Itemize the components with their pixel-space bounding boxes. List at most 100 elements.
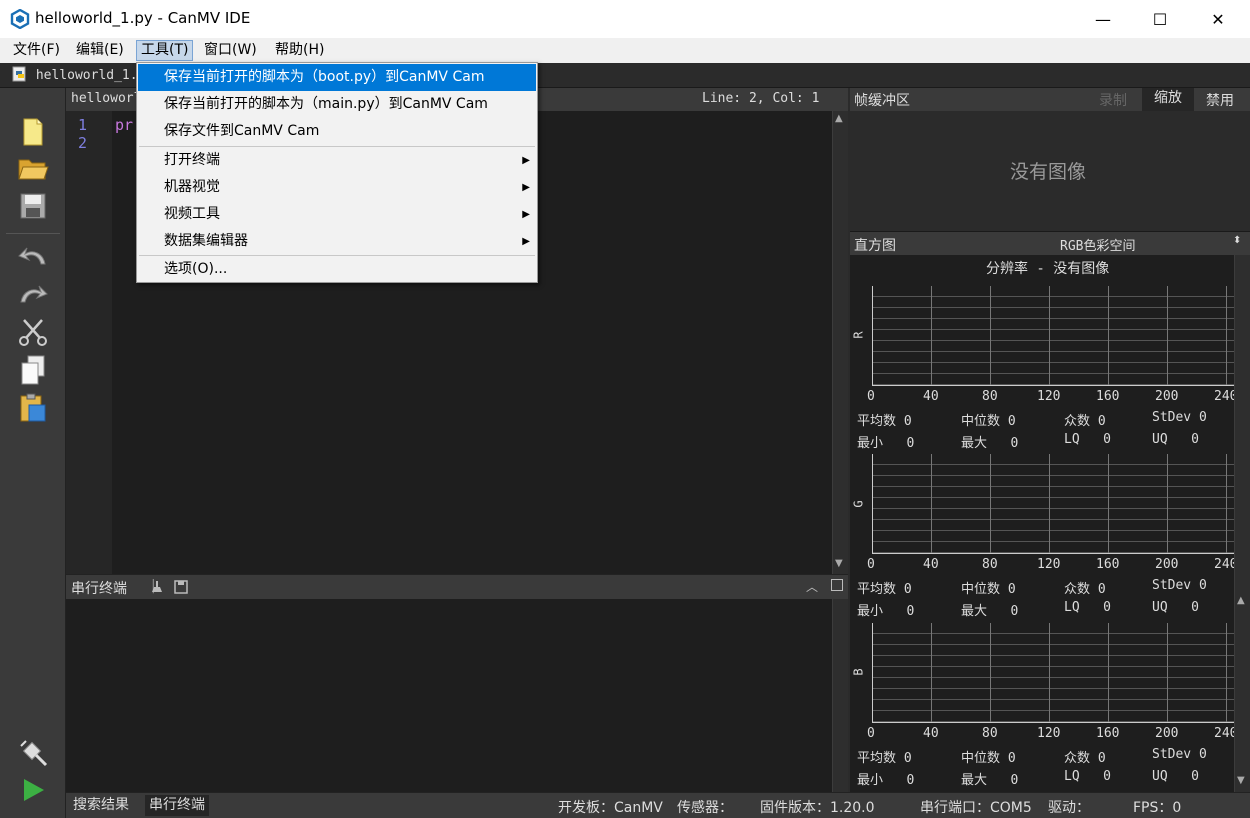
cut-icon[interactable] xyxy=(16,316,50,348)
maximize-button[interactable]: ☐ xyxy=(1137,0,1183,38)
submenu-arrow-icon: ▶ xyxy=(522,155,530,166)
driver-status: 驱动： xyxy=(1048,800,1090,816)
tab-serial-terminal[interactable]: 串行终端 xyxy=(145,795,209,816)
collapse-icon[interactable]: ︿ xyxy=(806,578,818,595)
scroll-down-icon[interactable]: ▼ xyxy=(835,558,843,569)
tools-dropdown-menu: 保存当前打开的脚本为（boot.py）到CanMV Cam 保存当前打开的脚本为… xyxy=(136,62,538,283)
menu-save-file[interactable]: 保存文件到CanMV Cam xyxy=(138,118,536,145)
tick-label: 40 xyxy=(923,557,939,572)
submenu-arrow-icon: ▶ xyxy=(522,236,530,247)
clear-terminal-icon[interactable] xyxy=(150,580,164,594)
terminal-scrollbar[interactable] xyxy=(832,599,848,792)
stat-max: 最大 0 xyxy=(961,773,1019,788)
menu-machine-vision[interactable]: 机器视觉 ▶ xyxy=(138,174,536,201)
menu-file[interactable]: 文件(F) xyxy=(9,40,64,61)
tab-search-results[interactable]: 搜索结果 xyxy=(69,795,133,816)
stat-lq: LQ 0 xyxy=(1064,600,1111,615)
stat-uq: UQ 0 xyxy=(1152,769,1199,784)
framebuffer-view: 没有图像 xyxy=(850,111,1250,231)
menu-edit[interactable]: 编辑(E) xyxy=(72,40,128,61)
disable-button[interactable]: 禁用 xyxy=(1206,90,1234,110)
stat-stdev: StDev 0 xyxy=(1152,747,1207,762)
file-tab-label: helloworld_1.p xyxy=(35,68,146,83)
stat-mode: 众数 0 xyxy=(1064,751,1106,766)
scroll-up-icon[interactable]: ▲ xyxy=(835,113,843,124)
menu-item-label: 视频工具 xyxy=(164,206,220,222)
restore-pane-icon[interactable] xyxy=(831,579,843,591)
run-icon[interactable] xyxy=(16,774,50,806)
scroll-up-icon[interactable]: ▲ xyxy=(1237,595,1245,606)
open-folder-icon[interactable] xyxy=(16,152,50,184)
paste-icon[interactable] xyxy=(16,392,50,424)
menu-open-terminal[interactable]: 打开终端 ▶ xyxy=(138,147,536,174)
menu-tools[interactable]: 工具(T) xyxy=(136,40,194,61)
menu-item-label: 数据集编辑器 xyxy=(164,233,248,249)
canmv-app-icon xyxy=(10,9,30,29)
tick-label: 200 xyxy=(1155,389,1179,404)
left-toolbar xyxy=(0,88,66,818)
histogram-title: 直方图 xyxy=(854,238,896,254)
editor-scrollbar[interactable]: ▲ ▼ xyxy=(832,111,848,574)
tick-label: 40 xyxy=(923,389,939,404)
window-title: helloworld_1.py - CanMV IDE xyxy=(35,9,251,27)
save-icon[interactable] xyxy=(16,190,50,222)
tick-label: 0 xyxy=(867,389,875,404)
connect-plug-icon[interactable] xyxy=(16,736,50,768)
tick-label: 80 xyxy=(982,726,998,741)
submenu-arrow-icon: ▶ xyxy=(522,209,530,220)
tick-label: 160 xyxy=(1096,389,1120,404)
title-bar: helloworld_1.py - CanMV IDE — ☐ ✕ xyxy=(0,0,1250,38)
menu-save-as-boot[interactable]: 保存当前打开的脚本为（boot.py）到CanMV Cam xyxy=(138,64,536,91)
serial-terminal-output[interactable] xyxy=(66,599,832,792)
fps-status: FPS：0 xyxy=(1133,800,1182,816)
channel-label: B xyxy=(851,668,866,676)
sensor-status: 传感器： xyxy=(677,800,733,816)
select-arrows-icon[interactable]: ⬍ xyxy=(1233,235,1241,246)
stat-max: 最大 0 xyxy=(961,436,1019,451)
histogram-panel: 分辨率 - 没有图像 R 0 40 80 120 160 200 240 平均数… xyxy=(850,255,1237,792)
status-bar: 搜索结果 串行终端 开发板：CanMV 传感器： 固件版本：1.20.0 串行端… xyxy=(66,792,1250,818)
minimize-button[interactable]: — xyxy=(1080,0,1126,38)
scroll-down-icon[interactable]: ▼ xyxy=(1237,775,1245,786)
stat-mean: 平均数 0 xyxy=(857,582,912,597)
tick-label: 200 xyxy=(1155,557,1179,572)
stat-mean: 平均数 0 xyxy=(857,414,912,429)
menu-save-as-main[interactable]: 保存当前打开的脚本为（main.py）到CanMV Cam xyxy=(138,91,536,118)
undo-icon[interactable] xyxy=(16,240,50,272)
save-terminal-icon[interactable] xyxy=(174,580,188,594)
colorspace-select[interactable]: RGB色彩空间 xyxy=(1060,235,1135,254)
menu-window[interactable]: 窗口(W) xyxy=(200,40,261,61)
tick-label: 0 xyxy=(867,726,875,741)
stat-min: 最小 0 xyxy=(857,436,915,451)
tick-label: 80 xyxy=(982,557,998,572)
port-status: 串行端口：COM5 xyxy=(920,800,1032,816)
menu-dataset-editor[interactable]: 数据集编辑器 ▶ xyxy=(138,228,536,255)
framebuffer-title: 帧缓冲区 xyxy=(854,93,910,109)
line-number: 2 xyxy=(78,134,88,152)
close-button[interactable]: ✕ xyxy=(1195,0,1241,38)
record-button[interactable]: 录制 xyxy=(1099,90,1127,110)
framebuffer-header: 帧缓冲区 录制 缩放 禁用 xyxy=(850,88,1250,111)
tick-label: 120 xyxy=(1037,726,1061,741)
menu-options[interactable]: 选项(O)... xyxy=(138,256,536,283)
stat-median: 中位数 0 xyxy=(961,582,1016,597)
stat-min: 最小 0 xyxy=(857,604,915,619)
redo-icon[interactable] xyxy=(16,278,50,310)
stat-stdev: StDev 0 xyxy=(1152,578,1207,593)
stat-stdev: StDev 0 xyxy=(1152,410,1207,425)
tick-label: 40 xyxy=(923,726,939,741)
histogram-scrollbar[interactable]: ▲ ▼ xyxy=(1234,255,1250,792)
firmware-status[interactable]: 固件版本：1.20.0 xyxy=(760,797,875,817)
zoom-button[interactable]: 缩放 xyxy=(1142,88,1194,111)
tick-label: 160 xyxy=(1096,726,1120,741)
stat-uq: UQ 0 xyxy=(1152,600,1199,615)
tick-label: 200 xyxy=(1155,726,1179,741)
file-tab[interactable]: helloworld_1.p xyxy=(12,66,145,83)
tick-label: 160 xyxy=(1096,557,1120,572)
stat-lq: LQ 0 xyxy=(1064,769,1111,784)
new-file-icon[interactable] xyxy=(16,116,50,148)
menu-help[interactable]: 帮助(H) xyxy=(271,40,328,61)
stat-min: 最小 0 xyxy=(857,773,915,788)
copy-icon[interactable] xyxy=(16,354,50,386)
menu-video-tools[interactable]: 视频工具 ▶ xyxy=(138,201,536,228)
